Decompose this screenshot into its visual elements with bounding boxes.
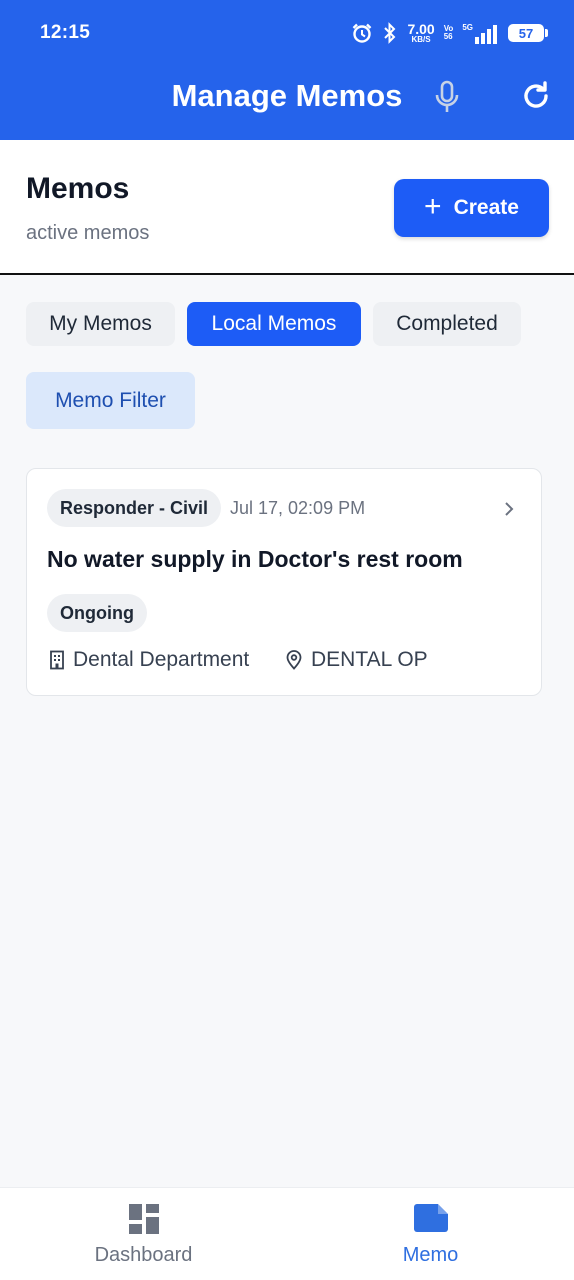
nav-memo-label: Memo <box>402 1244 459 1266</box>
status-time: 12:15 <box>40 22 91 43</box>
nav-dashboard-label: Dashboard <box>94 1244 193 1266</box>
refresh-icon[interactable] <box>520 80 552 112</box>
chevron-right-icon[interactable] <box>501 500 517 518</box>
building-icon <box>50 650 64 670</box>
create-button[interactable]: + Create <box>394 179 549 237</box>
status-bar: 12:15 7.00 KB/S Vo 56 5G 57 <box>0 0 574 64</box>
section-subtitle: active memos <box>26 222 150 244</box>
category-badge: Responder - Civil <box>47 489 222 527</box>
nav-memo[interactable]: Memo <box>287 1188 574 1280</box>
memo-filter-button[interactable]: Memo Filter <box>26 372 195 429</box>
tab-local-memos[interactable]: Local Memos <box>187 302 361 346</box>
battery-icon: 57 <box>508 24 548 42</box>
memo-datetime: Jul 17, 02:09 PM <box>230 498 366 518</box>
alarm-icon <box>353 23 372 43</box>
location-pin-icon <box>286 650 302 670</box>
volte-indicator: Vo 56 <box>443 24 454 41</box>
tab-my-memos[interactable]: My Memos <box>26 302 175 346</box>
memo-department: Dental Department <box>49 648 249 672</box>
memo-card[interactable]: Responder - Civil Jul 17, 02:09 PM No wa… <box>26 468 542 696</box>
plus-icon: + <box>424 189 442 223</box>
signal-icon: 5G <box>462 23 499 44</box>
create-button-label: Create <box>453 196 519 219</box>
tab-completed[interactable]: Completed <box>373 302 521 346</box>
section-title: Memos <box>26 172 130 205</box>
page-title: Manage Memos <box>171 78 403 113</box>
app-bar: 12:15 7.00 KB/S Vo 56 5G 57 Manage Memos <box>0 0 574 140</box>
memos-header: Memos active memos + Create <box>0 140 574 275</box>
memo-location: DENTAL OP <box>285 648 428 672</box>
memo-title: No water supply in Doctor's rest room <box>47 546 463 572</box>
nav-dashboard[interactable]: Dashboard <box>0 1188 287 1280</box>
status-badge: Ongoing <box>47 594 147 632</box>
bottom-navigation: Dashboard Memo <box>0 1187 574 1280</box>
memo-icon <box>413 1204 448 1232</box>
mic-icon[interactable] <box>432 80 462 114</box>
bluetooth-icon <box>384 22 396 44</box>
network-speed: 7.00 KB/S <box>407 21 435 44</box>
dashboard-icon <box>128 1204 159 1234</box>
